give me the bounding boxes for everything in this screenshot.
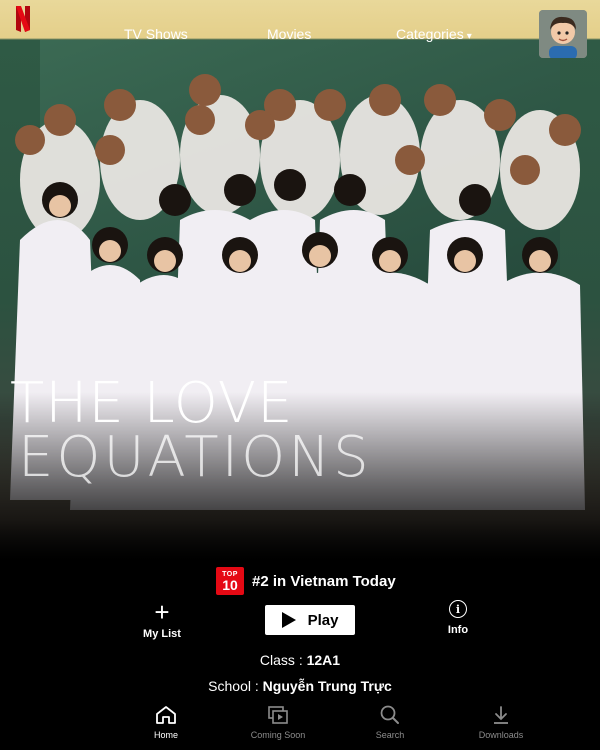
play-button[interactable]: Play [265, 605, 355, 635]
show-title-line1: THE LOVE [10, 371, 294, 436]
netflix-logo-icon[interactable] [8, 4, 38, 34]
school-line: School : Nguyễn Trung Trực [0, 678, 600, 694]
nav-tv-shows[interactable]: TV Shows [124, 26, 188, 42]
tab-coming-soon-label: Coming Soon [250, 730, 306, 740]
home-icon [126, 704, 206, 726]
rank-row: TOP 10 #2 in Vietnam Today [216, 567, 396, 595]
show-title: THE LOVE EQUATIONS [10, 371, 430, 490]
nav-movies[interactable]: Movies [267, 26, 311, 42]
play-icon [281, 612, 296, 628]
my-list-label: My List [143, 628, 181, 640]
search-icon [350, 704, 430, 726]
play-label: Play [307, 611, 339, 629]
top-nav: TV Shows Movies Categories ▾ [0, 0, 600, 60]
top10-badge-number: 10 [222, 576, 238, 593]
nav-categories[interactable]: Categories ▾ [396, 26, 472, 42]
info-icon: i [449, 600, 467, 618]
school-value: Nguyễn Trung Trực [262, 678, 392, 694]
info-button[interactable]: i Info [436, 600, 480, 636]
app-screen: TV Shows Movies Categories ▾ THE LOVE EQU… [0, 0, 600, 750]
coming-soon-icon [238, 704, 318, 726]
bottom-nav: Home Coming Soon Search Downloads [0, 700, 600, 750]
tab-downloads[interactable]: Downloads [461, 704, 541, 740]
plus-icon: + [154, 597, 170, 627]
rank-text: #2 in Vietnam Today [252, 572, 396, 590]
my-list-button[interactable]: + My List [140, 597, 184, 640]
tab-home[interactable]: Home [126, 704, 206, 740]
info-label: Info [447, 624, 469, 636]
show-title-line2: EQUATIONS [18, 425, 372, 490]
tab-search-label: Search [375, 730, 405, 740]
school-label: School : [208, 678, 263, 694]
class-line: Class : 12A1 [0, 652, 600, 668]
tab-coming-soon[interactable]: Coming Soon [238, 704, 318, 740]
nav-categories-label: Categories [396, 26, 464, 42]
class-value: 12A1 [306, 652, 341, 668]
profile-avatar-icon[interactable] [539, 10, 587, 58]
chevron-down-icon: ▾ [466, 31, 472, 42]
class-label: Class : [259, 652, 307, 668]
tab-downloads-label: Downloads [478, 730, 524, 740]
top10-badge-icon: TOP 10 [216, 567, 244, 595]
tab-search[interactable]: Search [350, 704, 430, 740]
download-icon [461, 704, 541, 726]
tab-home-label: Home [153, 730, 178, 740]
